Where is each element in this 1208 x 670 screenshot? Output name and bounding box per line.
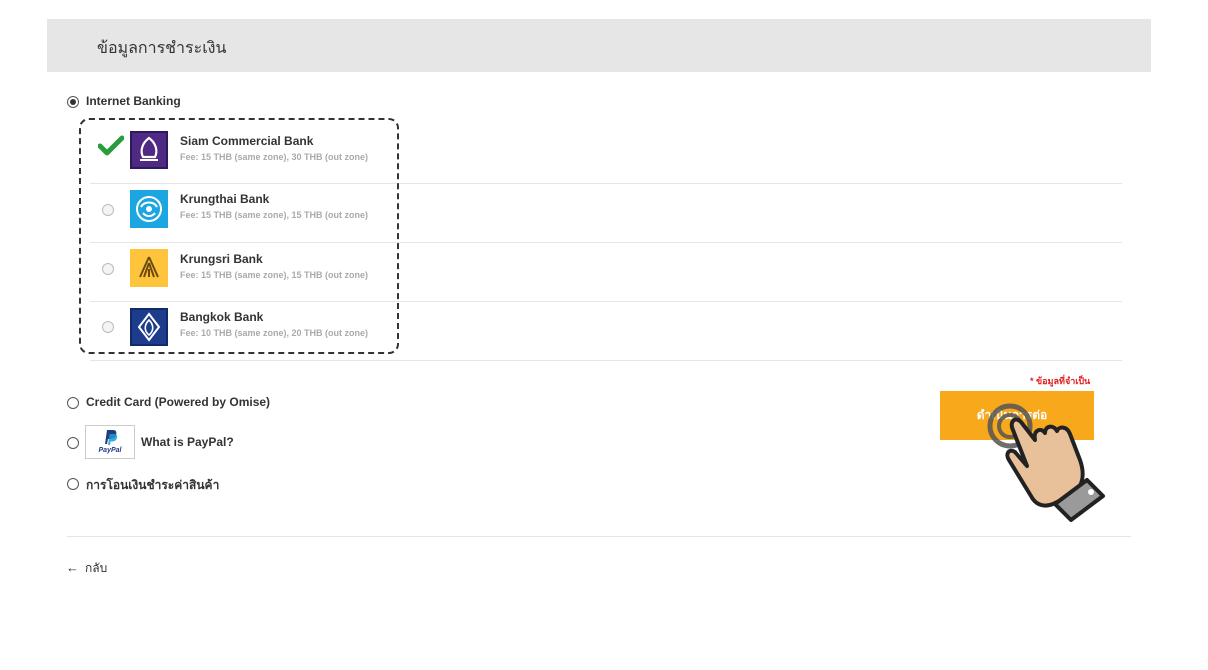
page-title: ข้อมูลการชำระเงิน [97,40,227,57]
required-note: * ข้อมูลที่จำเป็น [1030,376,1091,386]
back-link-label: กลับ [85,561,108,575]
internet-banking-radio[interactable] [67,96,79,108]
back-link[interactable]: ← กลับ [66,559,107,578]
paypal-logo: PayPal [85,425,135,459]
pointing-hand-icon [987,403,1105,522]
bank-transfer-radio[interactable] [67,478,79,490]
highlight-dashed-box [79,118,399,354]
divider [67,536,1131,537]
paypal-icon [105,430,118,445]
payment-info-header: ข้อมูลการชำระเงิน [47,19,1151,72]
paypal-link[interactable]: What is PayPal? [141,435,234,449]
internet-banking-label[interactable]: Internet Banking [86,94,181,108]
credit-card-radio[interactable] [67,397,79,409]
paypal-radio[interactable] [67,437,79,449]
arrow-left-icon: ← [66,560,79,575]
paypal-logo-text: PayPal [98,447,122,454]
credit-card-label[interactable]: Credit Card (Powered by Omise) [86,395,270,409]
bank-transfer-label[interactable]: การโอนเงินชำระค่าสินค้า [86,476,219,495]
